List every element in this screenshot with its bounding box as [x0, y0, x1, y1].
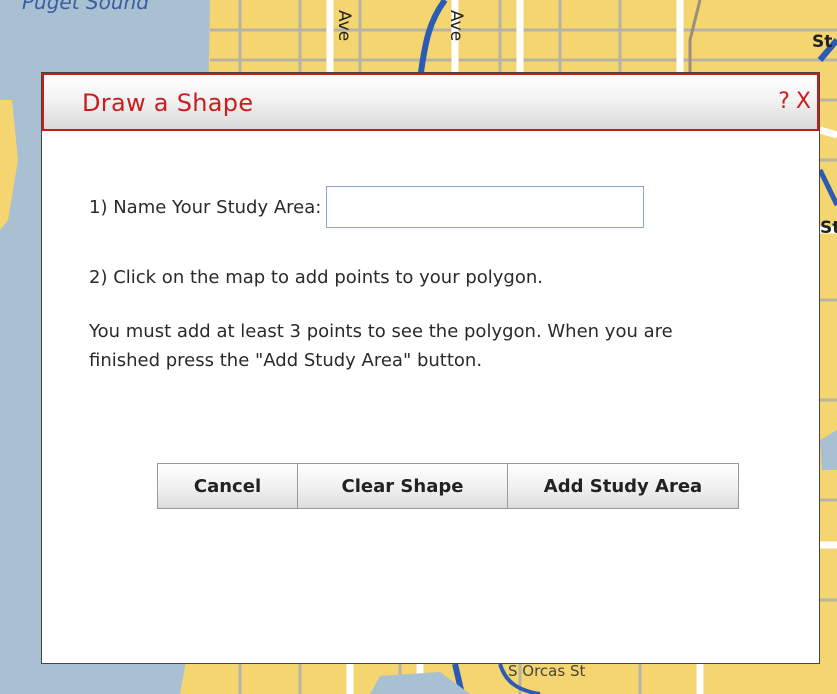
study-area-name-row: 1) Name Your Study Area:	[89, 186, 645, 228]
map-label-road: S Orcas St	[508, 662, 586, 680]
cancel-button[interactable]: Cancel	[158, 464, 298, 508]
draw-shape-dialog: Draw a Shape ? X 1) Name Your Study Area:…	[41, 72, 820, 664]
map-label-road: St	[820, 218, 837, 238]
close-icon[interactable]: X	[796, 89, 811, 114]
dialog-titlebar[interactable]: Draw a Shape ? X	[42, 73, 819, 131]
title-actions: ? X	[778, 89, 811, 114]
clear-shape-button[interactable]: Clear Shape	[298, 464, 508, 508]
help-icon[interactable]: ?	[778, 89, 790, 114]
map-label-puget-sound: Puget Sound	[22, 0, 149, 14]
dialog-button-group: Cancel Clear Shape Add Study Area	[157, 463, 739, 509]
map-label-road: Ave	[334, 10, 354, 42]
map-label-road: Ave	[446, 10, 466, 42]
study-area-name-label: 1) Name Your Study Area:	[89, 196, 322, 218]
step2-instruction: 2) Click on the map to add points to you…	[89, 267, 543, 288]
add-study-area-button[interactable]: Add Study Area	[508, 464, 738, 508]
polygon-note: You must add at least 3 points to see th…	[89, 321, 673, 371]
dialog-title: Draw a Shape	[82, 89, 254, 117]
map-label-road: St	[812, 32, 833, 52]
study-area-name-input[interactable]	[326, 186, 645, 228]
